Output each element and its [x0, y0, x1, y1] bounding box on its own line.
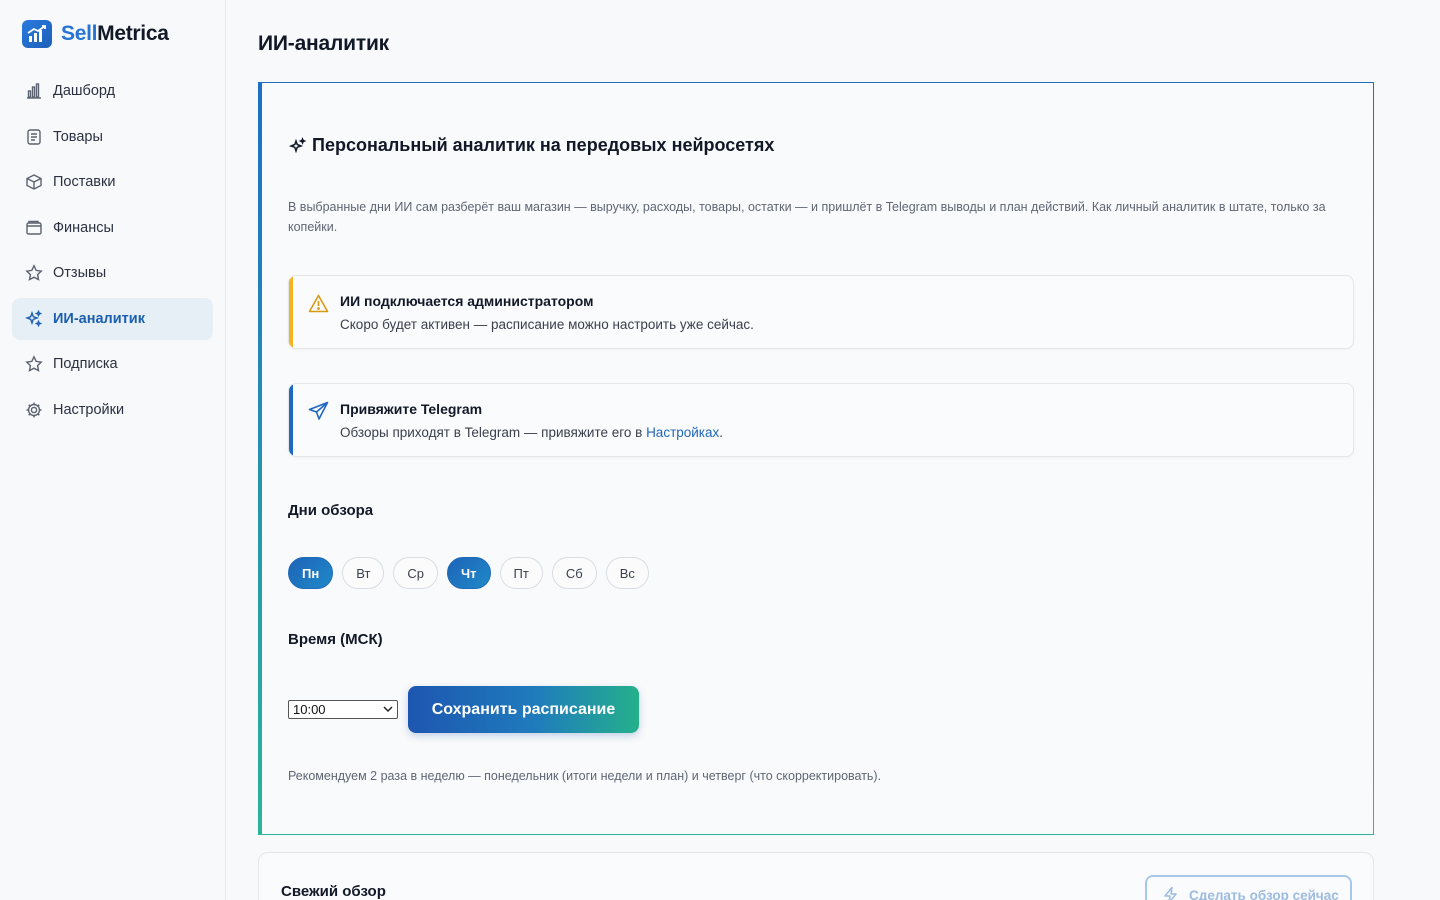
- sidebar-item-supplies[interactable]: Поставки: [12, 161, 213, 203]
- admin-warning-alert: ИИ подключается администратором Скоро бу…: [288, 275, 1354, 349]
- day-chip-thu[interactable]: Чт: [447, 557, 491, 589]
- telegram-link-alert: Привяжите Telegram Обзоры приходят в Tel…: [288, 383, 1354, 457]
- schedule-hint: Рекомендуем 2 раза в неделю — понедельни…: [288, 769, 882, 783]
- sidebar-item-finance[interactable]: Финансы: [12, 207, 213, 249]
- day-chip-wed[interactable]: Ср: [393, 557, 439, 589]
- time-label: Время (МСК): [288, 631, 383, 648]
- day-chip-sat[interactable]: Сб: [551, 557, 597, 589]
- save-schedule-button[interactable]: Сохранить расписание: [408, 686, 639, 733]
- days-label: Дни обзора: [288, 502, 374, 519]
- alert-accent-bar: [289, 384, 293, 456]
- sparkles-icon: [288, 136, 308, 156]
- sidebar: SellMetrica Дашборд Товары Поставки Фина…: [0, 0, 226, 900]
- bar-chart-icon: [24, 82, 43, 101]
- alert-text-suffix: .: [719, 425, 724, 440]
- sidebar-nav: Дашборд Товары Поставки Финансы Отзывы И…: [12, 70, 213, 434]
- time-select[interactable]: 10:00: [288, 700, 398, 719]
- sidebar-item-subscription[interactable]: Подписка: [12, 343, 213, 385]
- page-title: ИИ-аналитик: [258, 32, 389, 55]
- ai-analyst-card: Персональный аналитик на передовых нейро…: [258, 82, 1374, 835]
- sidebar-item-label: Товары: [53, 128, 103, 145]
- brand-name-part2: Metrica: [97, 22, 169, 45]
- time-select-value: 10:00: [293, 702, 326, 717]
- card-title-text: Персональный аналитик на передовых нейро…: [312, 135, 775, 155]
- alert-title: Привяжите Telegram: [340, 401, 483, 417]
- chevron-down-icon: [382, 702, 394, 719]
- brand-name: SellMetrica: [61, 20, 169, 48]
- sidebar-item-label: Поставки: [53, 174, 116, 190]
- wallet-icon: [24, 218, 43, 237]
- sidebar-item-ai-analyst[interactable]: ИИ-аналитик: [12, 297, 213, 340]
- alert-accent-bar: [289, 276, 293, 348]
- settings-link[interactable]: Настройках: [646, 425, 719, 440]
- sidebar-item-label: Отзывы: [53, 265, 107, 281]
- alert-text-main: Обзоры приходят в Telegram — привяжите е…: [340, 425, 647, 440]
- brand-name-part1: Sell: [61, 22, 98, 45]
- alert-title: ИИ подключается администратором: [340, 293, 594, 309]
- lightning-icon: [1162, 886, 1180, 900]
- day-chip-mon[interactable]: Пн: [288, 557, 334, 589]
- fresh-review-title: Свежий обзор: [281, 883, 386, 900]
- sidebar-item-label: ИИ-аналитик: [53, 310, 145, 327]
- card-description: В выбранные дни ИИ сам разберёт ваш мага…: [288, 200, 1326, 234]
- sidebar-item-settings[interactable]: Настройки: [12, 389, 213, 431]
- sidebar-item-label: Настройки: [53, 401, 125, 418]
- star-icon: [24, 355, 43, 374]
- brand-logo[interactable]: SellMetrica: [22, 20, 169, 48]
- sparkles-icon: [24, 309, 43, 328]
- sidebar-item-label: Дашборд: [53, 83, 116, 99]
- sidebar-item-dashboard[interactable]: Дашборд: [12, 70, 213, 112]
- day-chip-tue[interactable]: Вт: [342, 557, 385, 589]
- clipboard-icon: [24, 127, 43, 146]
- chart-logo-icon: [22, 20, 52, 48]
- day-chip-fri[interactable]: Пт: [499, 557, 543, 589]
- day-selector: Пн Вт Ср Чт Пт Сб Вс: [288, 557, 658, 589]
- make-review-now-label: Сделать обзор сейчас: [1189, 887, 1339, 900]
- box-icon: [24, 173, 43, 192]
- warning-icon: [307, 292, 329, 314]
- gear-icon: [24, 400, 43, 419]
- alert-text: Скоро будет активен — расписание можно н…: [340, 317, 754, 332]
- sidebar-item-products[interactable]: Товары: [12, 116, 213, 158]
- send-icon: [307, 400, 329, 422]
- sidebar-item-reviews[interactable]: Отзывы: [12, 252, 213, 294]
- make-review-now-button[interactable]: Сделать обзор сейчас: [1145, 875, 1352, 900]
- star-icon: [24, 264, 43, 283]
- day-chip-sun[interactable]: Вс: [605, 557, 649, 589]
- sidebar-item-label: Финансы: [53, 219, 114, 236]
- card-title: Персональный аналитик на передовых нейро…: [288, 135, 774, 156]
- fresh-review-card: Свежий обзор Сделать обзор сейчас: [258, 852, 1374, 900]
- sidebar-item-label: Подписка: [53, 356, 118, 372]
- alert-text: Обзоры приходят в Telegram — привяжите е…: [340, 425, 723, 440]
